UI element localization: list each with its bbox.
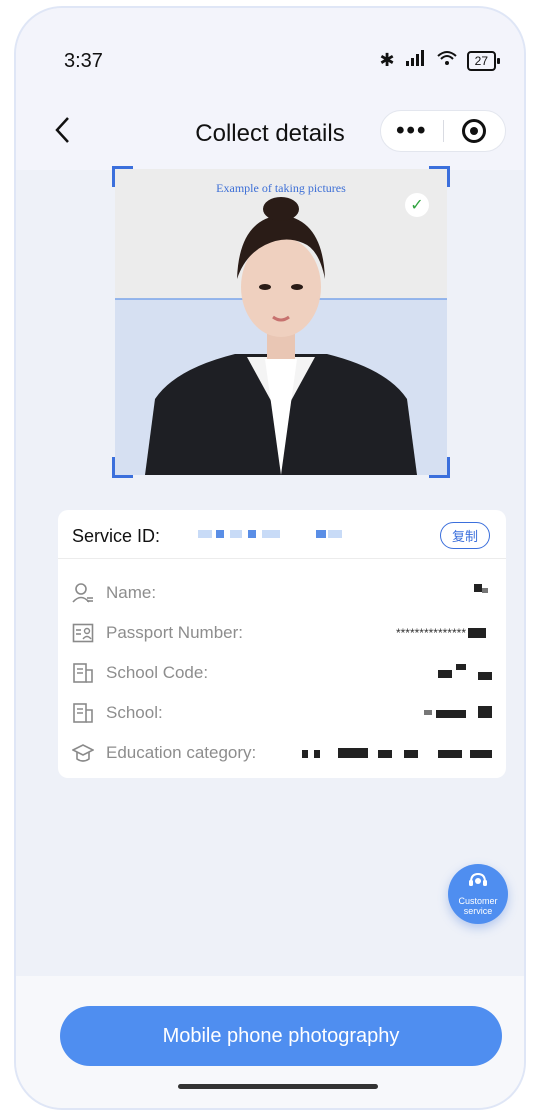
- customer-service-line1: Customer: [458, 896, 498, 906]
- field-value-redacted: [422, 664, 492, 682]
- redacted-block: [216, 530, 224, 538]
- mini-program-capsule: •••: [380, 110, 506, 152]
- nav-bar: Collect details •••: [16, 100, 524, 170]
- field-row-school-code: School Code:: [72, 660, 492, 686]
- building-icon: [73, 703, 93, 723]
- headset-icon: [469, 873, 487, 886]
- field-label: Passport Number:: [106, 623, 243, 642]
- service-id-row: Service ID: 复制: [58, 510, 506, 559]
- graduation-cap-icon: [72, 744, 94, 762]
- example-caption: Example of taking pictures: [216, 181, 346, 195]
- service-id-label: Service ID:: [72, 526, 161, 546]
- example-photo-frame: Example of taking pictures ✓: [112, 166, 450, 478]
- redacted-block: [438, 750, 462, 758]
- field-label: Education category:: [106, 743, 257, 762]
- redacted-block: [328, 530, 342, 538]
- redacted-block: [478, 706, 492, 718]
- redacted-block: [456, 664, 466, 670]
- field-row-passport: Passport Number: ***************: [72, 620, 492, 646]
- check-icon: ✓: [405, 193, 429, 217]
- redacted-block: [436, 710, 466, 718]
- customer-service-line2: service: [463, 906, 493, 916]
- redacted-block: [314, 750, 320, 758]
- field-value-redacted: ***************: [332, 624, 492, 642]
- field-value-redacted: [292, 744, 492, 762]
- wifi-icon: [436, 50, 457, 71]
- customer-service-button[interactable]: Customer service: [448, 864, 508, 924]
- redacted-block: [404, 750, 418, 758]
- mobile-photography-button[interactable]: Mobile phone photography: [60, 1006, 502, 1066]
- building-icon: [73, 663, 93, 683]
- redacted-block: [482, 588, 488, 593]
- copy-button[interactable]: 复制: [439, 522, 490, 549]
- field-label: Name:: [106, 583, 157, 602]
- portrait-illustration: [115, 169, 447, 475]
- field-row-school: School:: [72, 700, 492, 726]
- masked-value: ***************: [395, 626, 466, 640]
- redacted-block: [424, 710, 432, 715]
- field-row-education: Education category:: [72, 740, 492, 766]
- field-label: School:: [106, 703, 163, 722]
- redacted-block: [262, 530, 280, 538]
- bottom-bar: Mobile phone photography: [16, 976, 524, 1108]
- more-button[interactable]: •••: [381, 117, 443, 145]
- field-value-redacted: [402, 704, 492, 722]
- redacted-block: [230, 530, 242, 538]
- redacted-block: [378, 750, 392, 758]
- target-icon: [462, 119, 487, 143]
- redacted-block: [438, 670, 452, 678]
- redacted-block: [302, 750, 308, 758]
- redacted-block: [338, 748, 368, 758]
- status-icons: ✱ 27: [379, 50, 501, 71]
- redacted-block: [474, 584, 482, 592]
- phone-frame: 3:37 ✱ 27 Collect details ••• Example of…: [14, 6, 526, 1110]
- frame-corner: [429, 166, 450, 187]
- status-time: 3:37: [64, 50, 103, 72]
- field-label: School Code:: [106, 663, 209, 682]
- person-icon: [72, 583, 93, 603]
- signal-icon: [405, 50, 427, 71]
- example-photo: Example of taking pictures ✓: [115, 169, 447, 475]
- battery-icon: 27: [466, 50, 501, 71]
- close-target-button[interactable]: [444, 119, 506, 143]
- info-card: Service ID: 复制 Name: Passport Number: **…: [58, 510, 506, 778]
- customer-service-label: Customer service: [448, 896, 508, 916]
- field-value-redacted: [462, 584, 492, 602]
- id-card-icon: [72, 623, 94, 643]
- home-indicator: [178, 1084, 378, 1089]
- status-bar: 3:37 ✱ 27: [16, 8, 524, 100]
- frame-corner: [112, 457, 133, 478]
- frame-corner: [429, 457, 450, 478]
- redacted-block: [198, 530, 212, 538]
- redacted-block: [248, 530, 256, 538]
- redacted-block: [478, 672, 492, 680]
- frame-corner: [112, 166, 133, 187]
- bluetooth-icon: ✱: [379, 50, 395, 70]
- redacted-block: [316, 530, 326, 538]
- redacted-block: [470, 750, 492, 758]
- field-row-name: Name:: [72, 580, 492, 606]
- redacted-block: [468, 628, 486, 638]
